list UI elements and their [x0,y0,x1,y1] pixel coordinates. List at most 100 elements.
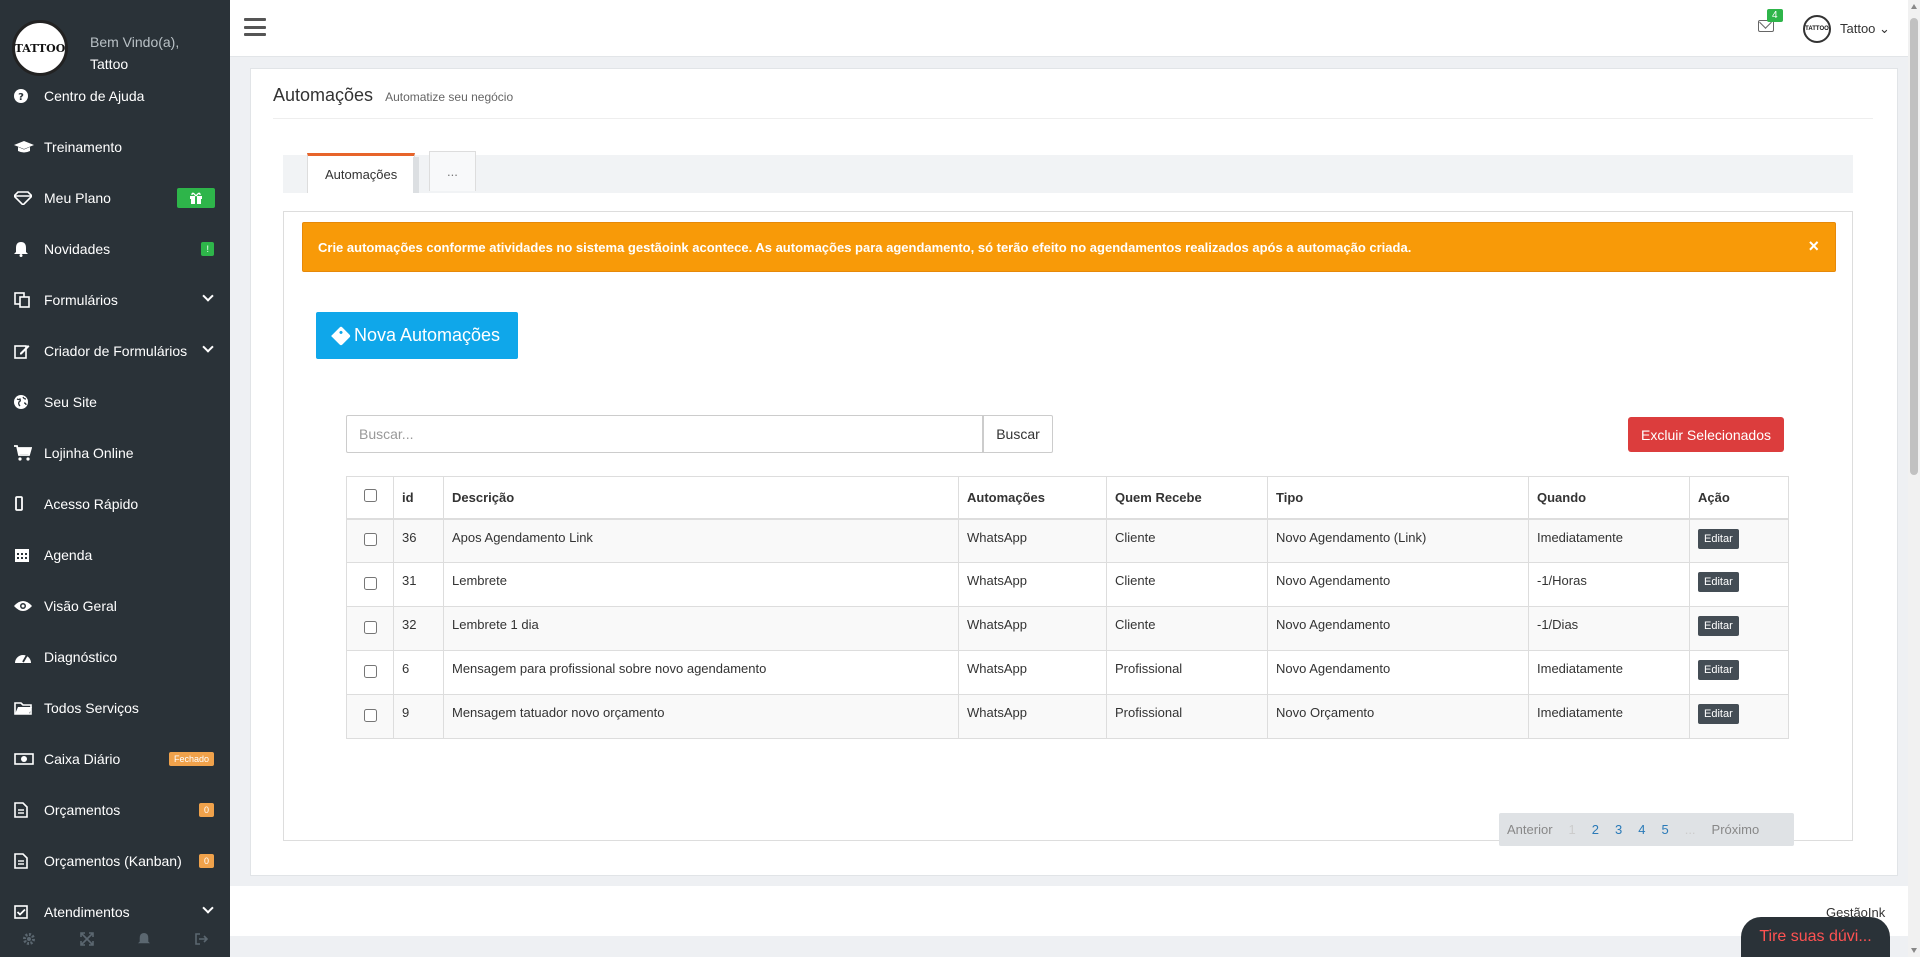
cell-descricao: Apos Agendamento Link [443,518,959,563]
sidebar-item-formularios[interactable]: Formulários [0,274,230,325]
cell-quem-recebe: Profissional [1106,694,1268,739]
sidebar-item-centro-de-ajuda[interactable]: ? Centro de Ajuda [0,70,230,121]
sidebar-item-acesso-rapido[interactable]: Acesso Rápido [0,478,230,529]
page-title: Automações [273,85,374,105]
cart-icon [14,444,44,461]
cell-quem-recebe: Profissional [1106,650,1268,695]
column-header-tipo[interactable]: Tipo [1267,476,1529,520]
gift-icon[interactable] [177,187,215,208]
close-icon[interactable]: × [1808,236,1819,257]
tab-separator [413,157,419,193]
new-automation-button[interactable]: Nova Automações [316,312,518,359]
sidebar-item-criador-de-formularios[interactable]: Criador de Formulários [0,325,230,376]
search-button[interactable]: Buscar [983,415,1053,453]
page-scrollbar[interactable] [1908,0,1920,957]
sidebar-item-seu-site[interactable]: Seu Site [0,376,230,427]
row-select-cell [346,650,394,695]
edit-icon [14,343,44,359]
row-select-cell [346,694,394,739]
sidebar-item-meu-plano[interactable]: Meu Plano [0,172,230,223]
row-checkbox[interactable] [363,708,377,722]
cell-automacoes: WhatsApp [958,518,1107,563]
pagination-next[interactable]: Próximo [1704,822,1768,837]
sidebar-item-label: Formulários [44,291,118,308]
edit-button[interactable]: Editar [1698,660,1739,680]
sidebar-item-treinamento[interactable]: Treinamento [0,121,230,172]
kanban-count-badge: 0 [198,853,214,868]
pagination-page-1[interactable]: 1 [1561,822,1584,837]
cell-tipo: Novo Agendamento [1267,606,1529,651]
pagination-previous[interactable]: Anterior [1499,822,1561,837]
cell-acao: Editar [1689,650,1789,695]
sidebar-item-agenda[interactable]: Agenda [0,529,230,580]
scroll-up-icon[interactable] [1911,4,1917,9]
table-row: 6 Mensagem para profissional sobre novo … [346,650,1789,695]
sidebar-item-visao-geral[interactable]: Visão Geral [0,580,230,631]
cell-automacoes: WhatsApp [958,650,1107,695]
pagination-page-4[interactable]: 4 [1630,822,1653,837]
menu-toggle-icon[interactable] [244,18,266,36]
pagination-ellipsis: ... [1684,822,1696,837]
bell-icon[interactable] [138,932,150,949]
sidebar-item-caixa-diario[interactable]: Caixa Diário Fechado [0,733,230,784]
brand-logo[interactable]: TATTOO [12,20,68,76]
cell-descricao: Mensagem para profissional sobre novo ag… [443,650,959,695]
cell-descricao: Lembrete [443,562,959,607]
money-icon [14,752,44,765]
column-header-acao: Ação [1689,476,1789,520]
fullscreen-icon[interactable] [80,932,94,949]
scroll-down-icon[interactable] [1911,948,1917,953]
cell-quando: -1/Horas [1528,562,1690,607]
edit-button[interactable]: Editar [1698,528,1739,549]
help-chat-button[interactable]: Tire suas dúvi... [1741,917,1890,957]
settings-icon[interactable] [22,932,36,949]
sidebar-item-todos-servicos[interactable]: Todos Serviços [0,682,230,733]
eye-icon [14,600,44,612]
sidebar-item-label: Visão Geral [44,597,117,614]
edit-button[interactable]: Editar [1698,572,1739,592]
tab-automacoes[interactable]: Automações [307,153,416,193]
logout-icon[interactable] [194,932,209,949]
pagination-page-2[interactable]: 2 [1584,822,1607,837]
row-checkbox[interactable] [363,620,377,634]
column-header-id[interactable]: id [393,476,444,520]
row-checkbox[interactable] [363,664,377,678]
column-header-automacoes[interactable]: Automações [958,476,1107,520]
search-input[interactable] [346,415,983,453]
sidebar-item-orcamentos-kanban[interactable]: Orçamentos (Kanban) 0 [0,835,230,886]
row-checkbox[interactable] [363,576,377,590]
cell-id: 32 [393,606,444,651]
pagination-page-5[interactable]: 5 [1653,822,1676,837]
scroll-thumb[interactable] [1910,18,1918,475]
sidebar-item-orcamentos[interactable]: Orçamentos 0 [0,784,230,835]
row-checkbox[interactable] [363,532,377,546]
cell-tipo: Novo Agendamento [1267,562,1529,607]
sidebar-item-diagnostico[interactable]: Diagnóstico [0,631,230,682]
calendar-icon [14,547,44,563]
select-all-checkbox[interactable] [363,489,377,503]
avatar[interactable]: TATTOO [1803,15,1831,43]
top-bar: 4 TATTOO Tattoo ⌄ [230,0,1908,57]
row-select-cell [346,606,394,651]
cell-acao: Editar [1689,606,1789,651]
column-header-descricao[interactable]: Descrição [443,476,959,520]
sidebar-item-lojinha-online[interactable]: Lojinha Online [0,427,230,478]
edit-button[interactable]: Editar [1698,704,1739,724]
cell-quando: Imediatamente [1528,518,1690,563]
sidebar-item-label: Criador de Formulários [44,342,188,359]
page-subtitle: Automatize seu negócio [385,90,514,104]
user-menu[interactable]: Tattoo ⌄ [1840,21,1890,37]
column-header-quando[interactable]: Quando [1528,476,1690,520]
bell-icon [14,241,44,257]
table-header-row: id Descrição Automações Quem Recebe Tipo… [346,476,1789,520]
tab-more[interactable]: ... [429,151,476,191]
cell-quando: -1/Dias [1528,606,1690,651]
edit-button[interactable]: Editar [1698,616,1739,636]
dashboard-icon [14,650,44,664]
delete-selected-button[interactable]: Excluir Selecionados [1628,417,1784,452]
file-icon [14,801,44,818]
folder-icon [14,701,44,715]
pagination-page-3[interactable]: 3 [1607,822,1630,837]
sidebar-item-novidades[interactable]: Novidades ! [0,223,230,274]
column-header-quem-recebe[interactable]: Quem Recebe [1106,476,1268,520]
